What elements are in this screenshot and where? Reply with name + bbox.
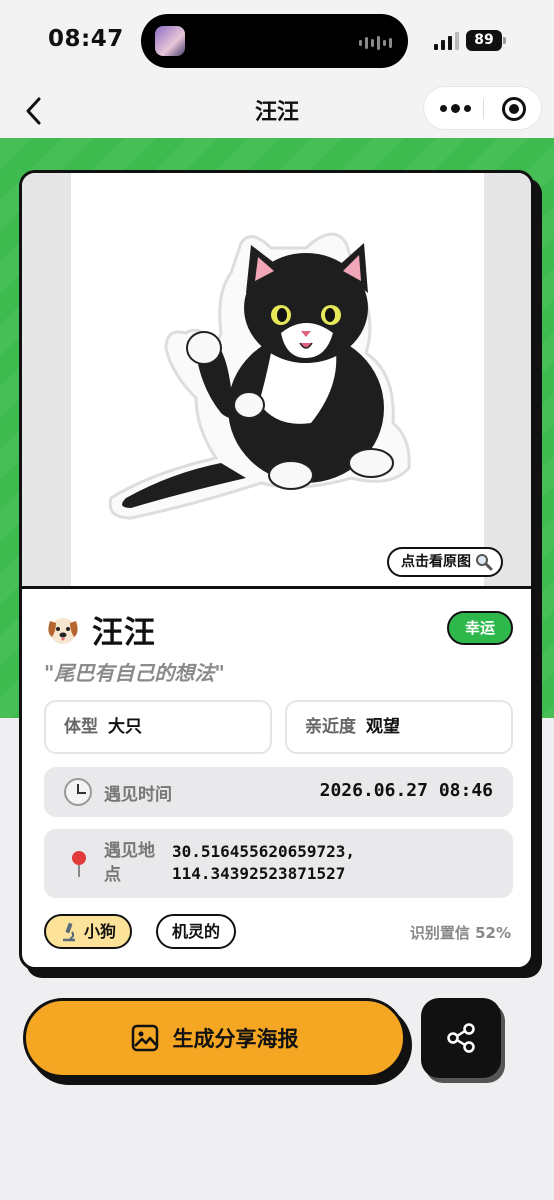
battery-tip [503,37,506,44]
magnifier-icon [476,554,493,571]
view-original-button[interactable]: 点击看原图 [387,547,503,577]
more-menu-icon[interactable] [440,104,471,113]
met-place-label: 遇见地点 [104,841,155,885]
longitude: 114.34392523871527 [172,864,346,883]
met-time-value: 2026.06.27 08:46 [319,780,493,801]
microscope-icon [63,922,75,941]
close-miniapp-icon[interactable] [502,97,526,121]
photo-paper [71,173,484,586]
tag-personality: 机灵的 [156,914,237,949]
capsule-divider [483,99,484,119]
tag-label: 小狗 [84,922,117,941]
share-icon [447,1023,475,1053]
stat-affinity: 亲近度 观望 [285,700,513,754]
cat-sticker-image [108,232,411,520]
view-original-label: 点击看原图 [401,554,471,570]
stat-body-size: 体型 大只 [44,700,272,754]
dog-face-icon [48,617,78,644]
share-button[interactable] [421,998,501,1078]
clock-icon [64,778,92,806]
now-playing-thumbnail [155,26,185,56]
battery-icon: 89 [466,30,502,51]
pet-quote: "尾巴有自己的想法" [44,661,225,685]
status-time: 08:47 [48,26,124,52]
pet-photo[interactable] [22,173,531,586]
stat-label: 体型 [64,717,98,737]
tag-label: 机灵的 [172,922,221,941]
generate-poster-button[interactable]: 生成分享海报 [23,998,406,1078]
recognition-confidence: 识别置信 52% [409,924,511,942]
met-time-row: 遇见时间 2026.06.27 08:46 [44,767,513,817]
stat-value: 观望 [366,717,400,737]
generate-poster-label: 生成分享海报 [172,1027,299,1051]
tag-species: 小狗 [44,914,133,949]
pet-card: 点击看原图 汪汪 幸运 "尾巴有自己的想法" 体型 大只 亲近度 观望 遇见时间 2… [19,170,534,970]
pet-name: 汪汪 [92,615,156,651]
stat-label: 亲近度 [305,717,356,737]
met-time-label: 遇见时间 [104,785,172,805]
navigation-bar: 汪汪 [0,84,554,138]
location-pin-icon [72,851,86,877]
cellular-signal-icon [434,32,459,50]
stat-value: 大只 [108,717,142,737]
audio-wave-icon [359,36,392,50]
met-place-row: 遇见地点 30.516455620659723, 114.34392523871… [44,829,513,898]
image-icon [131,1024,158,1052]
status-bar: 08:47 89 [0,0,554,84]
pet-name-row: 汪汪 [44,607,156,652]
photo-divider [22,586,531,589]
miniapp-capsule [423,86,542,130]
luck-badge: 幸运 [447,611,513,645]
met-place-coordinates: 30.516455620659723, 114.34392523871527 [172,841,355,885]
latitude: 30.516455620659723, [172,842,356,861]
dynamic-island[interactable] [141,14,408,68]
